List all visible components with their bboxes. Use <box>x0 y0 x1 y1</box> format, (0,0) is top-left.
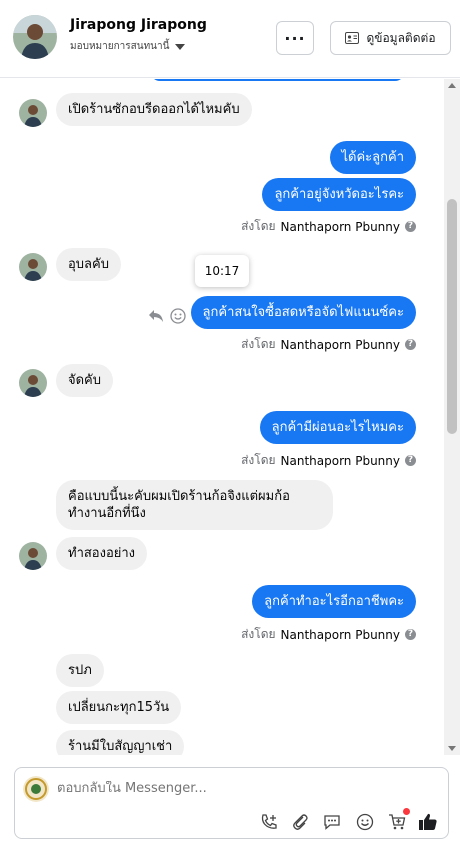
assign-label: มอบหมายการสนทนานี้ <box>70 41 170 52</box>
incoming-message[interactable]: เปิดร้านซักอบรีดออกได้ไหมคับ <box>56 93 252 126</box>
sent-by-label: ส่งโดย Nanthaporn Pbunny ? <box>241 625 416 644</box>
scroll-down-arrow-icon[interactable] <box>448 746 456 751</box>
emoji-icon[interactable] <box>354 811 376 833</box>
info-icon[interactable]: ? <box>405 455 416 466</box>
page-avatar <box>23 776 49 802</box>
sender-avatar <box>19 99 47 127</box>
outgoing-message[interactable]: ได้ค่ะลูกค้า <box>329 141 416 174</box>
outgoing-message[interactable]: ลูกค้าสนใจซื้อสดหรือจัดไฟแนนซ์คะ <box>190 296 416 329</box>
reply-input[interactable] <box>57 781 407 796</box>
chat-scrollbar[interactable] <box>444 79 460 755</box>
emoji-react-icon[interactable] <box>170 308 186 324</box>
agent-name: Nanthaporn Pbunny <box>280 627 400 642</box>
incoming-message[interactable]: รปภ <box>56 654 104 687</box>
sent-by-prefix: ส่งโดย <box>241 453 276 467</box>
outgoing-message[interactable]: ลูกค้ามีผ่อนอะไรไหมคะ <box>259 411 416 444</box>
notification-dot <box>403 808 410 815</box>
agent-name: Nanthaporn Pbunny <box>280 337 400 352</box>
saved-reply-icon[interactable] <box>321 811 343 833</box>
incoming-message[interactable]: คือแบบนี้นะคับผมเปิดร้านก้อจิงแต่ผมก้อทำ… <box>56 480 333 530</box>
chevron-down-icon <box>175 43 186 50</box>
agent-name: Nanthaporn Pbunny <box>280 453 400 468</box>
message-thread[interactable]: เปิดร้านซักอบรีดออกได้ไหมคับ ได้ค่ะลูกค้… <box>0 79 442 755</box>
sent-by-prefix: ส่งโดย <box>241 337 276 351</box>
timestamp-tooltip: 10:17 <box>195 255 249 287</box>
agent-name: Nanthaporn Pbunny <box>280 219 400 234</box>
incoming-message[interactable]: ทำสองอย่าง <box>56 537 148 570</box>
sender-avatar <box>19 542 47 570</box>
scroll-up-arrow-icon[interactable] <box>448 83 456 88</box>
contact-avatar[interactable] <box>13 15 57 59</box>
message-bubble-partial <box>150 79 405 81</box>
incoming-message[interactable]: ร้านมีใบสัญญาเช่า <box>56 730 185 755</box>
sent-by-label: ส่งโดย Nanthaporn Pbunny ? <box>241 217 416 236</box>
scroll-thumb[interactable] <box>447 199 457 434</box>
contact-name: Jirapong Jirapong <box>70 17 207 33</box>
assign-conversation-dropdown[interactable]: มอบหมายการสนทนานี้ <box>70 39 186 54</box>
info-icon[interactable]: ? <box>405 221 416 232</box>
sent-by-label: ส่งโดย Nanthaporn Pbunny ? <box>241 451 416 470</box>
call-icon[interactable] <box>258 811 280 833</box>
sent-by-prefix: ส่งโดย <box>241 627 276 641</box>
outgoing-message[interactable]: ลูกค้าอยู่จังหวัดอะไรคะ <box>262 178 416 211</box>
conversation-header: Jirapong Jirapong มอบหมายการสนทนานี้ ···… <box>0 0 460 78</box>
incoming-message[interactable]: เปลี่ยนกะทุก15วัน <box>56 691 182 724</box>
view-contact-button[interactable]: ดูข้อมูลติดต่อ <box>330 21 451 55</box>
reply-icon[interactable] <box>148 309 164 323</box>
reply-composer <box>14 767 449 839</box>
outgoing-message[interactable]: ลูกค้าทำอะไรอีกอาชีพคะ <box>252 585 416 618</box>
incoming-message[interactable]: จัดคับ <box>56 364 114 397</box>
sent-by-label: ส่งโดย Nanthaporn Pbunny ? <box>241 335 416 354</box>
sender-avatar <box>19 253 47 281</box>
sender-avatar <box>19 369 47 397</box>
attach-icon[interactable] <box>289 811 311 833</box>
more-button[interactable]: ··· <box>276 21 314 55</box>
more-icon: ··· <box>284 28 306 48</box>
contact-card-icon <box>345 32 360 44</box>
info-icon[interactable]: ? <box>405 629 416 640</box>
like-icon[interactable] <box>417 811 439 833</box>
cart-icon[interactable] <box>386 808 410 833</box>
info-icon[interactable]: ? <box>405 339 416 350</box>
incoming-message[interactable]: อุบลคับ <box>56 248 121 281</box>
sent-by-prefix: ส่งโดย <box>241 219 276 233</box>
view-contact-label: ดูข้อมูลติดต่อ <box>366 30 436 45</box>
